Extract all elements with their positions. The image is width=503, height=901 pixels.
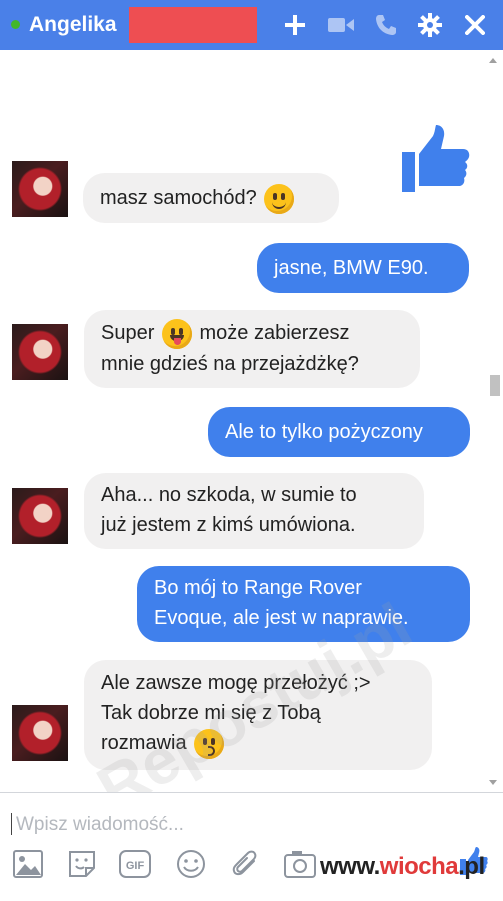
add-person-icon[interactable] [281,11,309,39]
svg-text:GIF: GIF [126,860,145,872]
photo-icon[interactable] [12,848,44,880]
message-input[interactable] [14,809,488,841]
close-icon[interactable] [461,11,489,39]
message-composer: GIF www.wiocha.pl [0,792,503,901]
thumbs-up-icon [402,125,470,192]
message-list[interactable]: masz samochód? jasne, BMW E90. Super moż… [0,50,503,792]
message-text: może zabierzesz [199,322,350,344]
contact-avatar[interactable] [12,324,68,380]
emoji-icon[interactable] [175,848,207,880]
incoming-message[interactable]: Ale zawsze mogę przełożyć ;> Tak dobrze … [84,660,432,770]
kiss-emoji-icon [194,728,225,759]
message-text: już jestem z kimś umówiona. [101,514,356,536]
message-text: Ale to tylko pożyczony [225,421,423,443]
message-text: Super [101,322,155,344]
redacted-surname [129,7,257,43]
message-text: masz samochód? [100,187,257,209]
smile-emoji-icon [264,183,295,214]
outgoing-message[interactable]: Bo mój to Range Rover Evoque, ale jest w… [137,566,470,642]
message-text: jasne, BMW E90. [274,257,429,279]
contact-name[interactable]: Angelika [29,11,117,39]
message-text: Tak dobrze mi się z Tobą [101,702,321,724]
video-call-icon[interactable] [327,11,355,39]
tongue-out-emoji-icon [161,318,192,349]
contact-avatar[interactable] [12,161,68,217]
message-text: Ale zawsze mogę przełożyć ;> [101,672,371,694]
outgoing-message[interactable]: jasne, BMW E90. [257,243,469,293]
message-text: Aha... no szkoda, w sumie to [101,484,357,506]
scroll-down-arrow[interactable] [489,780,497,785]
chat-header: Angelika [0,0,503,50]
online-status-dot [11,20,20,29]
text-caret [11,813,12,835]
message-text: Bo mój to Range Rover [154,577,362,599]
phone-icon[interactable] [372,11,400,39]
sticker-icon[interactable] [66,848,98,880]
contact-avatar[interactable] [12,488,68,544]
contact-avatar[interactable] [12,705,68,761]
gif-icon[interactable]: GIF [119,848,151,880]
message-text: Evoque, ale jest w naprawie. [154,607,409,629]
outgoing-message[interactable]: Ale to tylko pożyczony [208,407,470,457]
scrollbar-thumb[interactable] [490,375,500,396]
incoming-message[interactable]: Aha... no szkoda, w sumie to już jestem … [84,473,424,549]
scroll-up-arrow[interactable] [489,58,497,63]
camera-icon[interactable] [284,848,316,880]
gear-icon[interactable] [416,11,444,39]
message-text: rozmawia [101,732,187,754]
incoming-message[interactable]: Super może zabierzesz mnie gdzieś na prz… [84,310,420,388]
attach-icon[interactable] [229,848,261,880]
message-text: mnie gdzieś na przejażdżkę? [101,353,359,375]
site-logo: www.wiocha.pl [320,853,485,880]
incoming-message[interactable]: masz samochód? [83,173,339,223]
